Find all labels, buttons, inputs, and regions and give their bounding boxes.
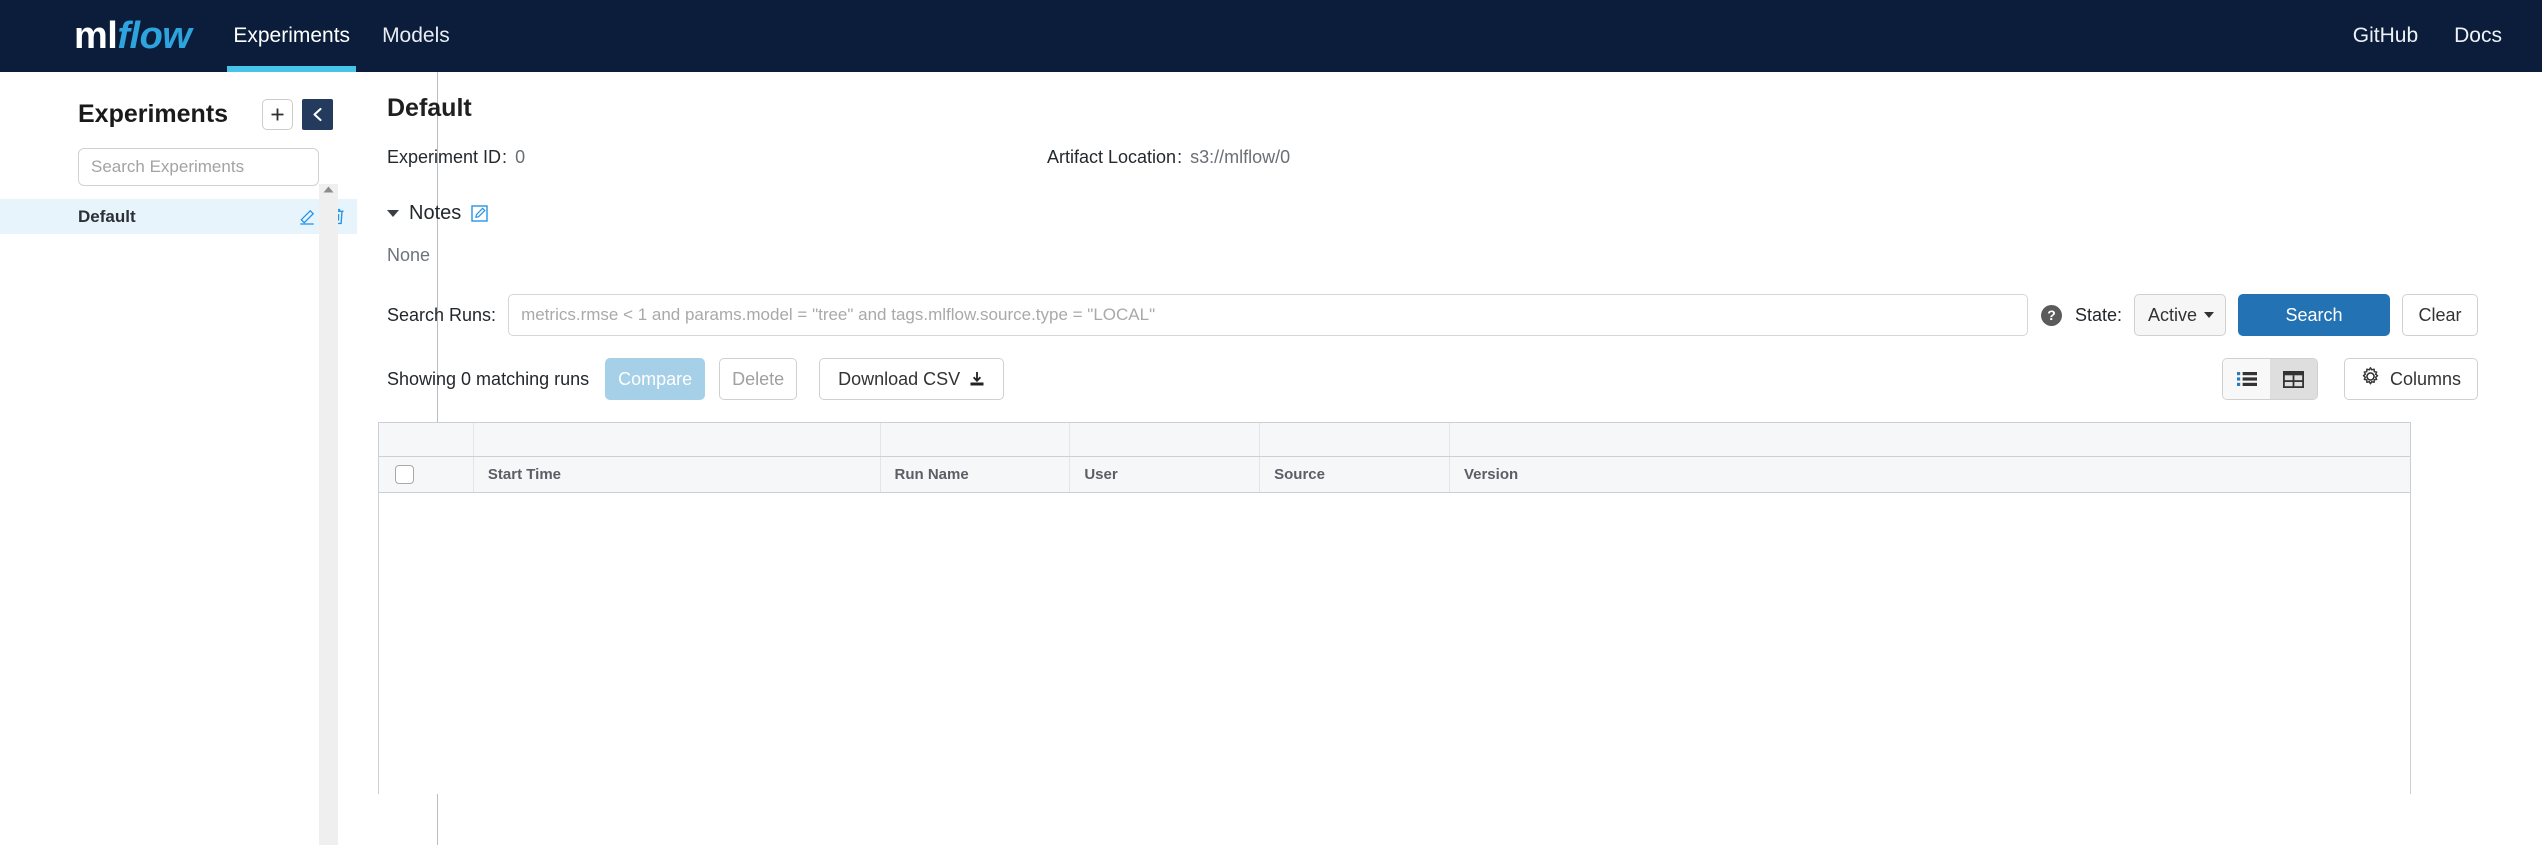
chevron-down-icon bbox=[2204, 312, 2215, 318]
nav-tab-models[interactable]: Models bbox=[366, 0, 466, 72]
artifact-location-value: s3://mlflow/0 bbox=[1190, 147, 1291, 167]
experiment-list: Default bbox=[0, 199, 357, 234]
header-links: GitHub Docs bbox=[2353, 0, 2542, 72]
compare-button[interactable]: Compare bbox=[605, 358, 706, 400]
group-header-run-name-col bbox=[881, 423, 1071, 456]
search-runs-input[interactable] bbox=[508, 294, 2028, 336]
group-header-checkbox-col bbox=[379, 423, 474, 456]
logo-flow-text: flow bbox=[117, 15, 192, 57]
logo-text: mlflow bbox=[74, 15, 192, 57]
download-csv-button[interactable]: Download CSV bbox=[819, 358, 1005, 400]
caret-down-icon[interactable] bbox=[387, 210, 399, 217]
app-header: mlflow Experiments Models GitHub Docs bbox=[0, 0, 2542, 72]
view-controls: Columns bbox=[2222, 358, 2478, 400]
mlflow-logo[interactable]: mlflow bbox=[0, 0, 217, 72]
main-content: Default Experiment ID: 0 Artifact Locati… bbox=[357, 72, 2542, 845]
nav-tab-models-label: Models bbox=[382, 24, 450, 47]
showing-runs-count: Showing 0 matching runs bbox=[387, 368, 590, 389]
columns-button-label: Columns bbox=[2389, 368, 2462, 389]
notes-label: Notes bbox=[409, 202, 462, 224]
experiments-sidebar: Experiments Default bbox=[0, 72, 438, 845]
experiment-id-value: 0 bbox=[515, 147, 526, 167]
caret-up-icon[interactable] bbox=[319, 186, 338, 193]
runs-toolbar: Showing 0 matching runs Compare Delete D… bbox=[387, 358, 2542, 400]
experiment-name: Default bbox=[78, 206, 136, 226]
experiment-id-colon: : bbox=[502, 147, 508, 167]
list-view-toggle[interactable] bbox=[2223, 359, 2270, 399]
logo-ml-text: ml bbox=[74, 15, 118, 57]
group-header-source-col bbox=[1260, 423, 1450, 456]
artifact-location-label: Artifact Location bbox=[1047, 147, 1177, 167]
state-label: State: bbox=[2074, 304, 2122, 325]
question-mark-icon[interactable]: ? bbox=[2040, 304, 2062, 326]
experiment-metadata: Experiment ID: 0 Artifact Location: s3:/… bbox=[387, 147, 2542, 168]
group-header-version-col bbox=[1450, 423, 2410, 456]
search-experiments-input[interactable] bbox=[78, 148, 319, 186]
sidebar-item-default[interactable]: Default bbox=[0, 199, 357, 234]
columns-button[interactable]: Columns bbox=[2344, 358, 2478, 400]
search-button[interactable]: Search bbox=[2238, 294, 2390, 336]
experiment-id-label: Experiment ID bbox=[387, 147, 502, 167]
main-nav: Experiments Models bbox=[217, 0, 465, 72]
page-title: Default bbox=[387, 94, 472, 122]
nav-tab-experiments[interactable]: Experiments bbox=[217, 0, 366, 72]
sidebar-title: Experiments bbox=[78, 99, 229, 128]
notes-header: Notes bbox=[387, 202, 2542, 225]
runs-table-body bbox=[379, 493, 2410, 793]
header-select-all-cell bbox=[379, 457, 474, 492]
sidebar-search-wrap bbox=[0, 134, 357, 186]
body-wrapper: Experiments Default bbox=[0, 72, 2542, 845]
artifact-location-colon: : bbox=[1177, 147, 1183, 167]
sidebar-header: Experiments bbox=[0, 94, 357, 134]
state-dropdown-value: Active bbox=[2148, 304, 2198, 325]
header-source[interactable]: Source bbox=[1260, 457, 1450, 492]
nav-tab-experiments-label: Experiments bbox=[233, 24, 351, 47]
download-icon bbox=[969, 371, 985, 387]
runs-table: Start Time Run Name User Source Version bbox=[378, 422, 2411, 794]
runs-table-header: Start Time Run Name User Source Version bbox=[379, 457, 2410, 493]
state-dropdown[interactable]: Active bbox=[2134, 294, 2226, 336]
group-header-start-time-col bbox=[474, 423, 881, 456]
notes-content: None bbox=[387, 245, 431, 265]
header-user[interactable]: User bbox=[1070, 457, 1261, 492]
edit-experiment-button[interactable] bbox=[299, 209, 315, 225]
plus-icon bbox=[271, 108, 284, 120]
select-all-checkbox[interactable] bbox=[395, 465, 414, 484]
sidebar-scrollbar[interactable] bbox=[319, 184, 338, 845]
search-runs-row: Search Runs: ? State: Active Search Clea… bbox=[387, 294, 2542, 336]
edit-notes-button[interactable] bbox=[471, 205, 488, 222]
github-link[interactable]: GitHub bbox=[2353, 24, 2418, 48]
add-experiment-button[interactable] bbox=[262, 98, 293, 130]
note-edit-icon bbox=[471, 205, 488, 222]
chevron-left-icon bbox=[313, 107, 322, 121]
group-header-user-col bbox=[1070, 423, 1261, 456]
header-start-time[interactable]: Start Time bbox=[474, 457, 881, 492]
experiment-id-block: Experiment ID: 0 bbox=[387, 147, 1047, 168]
header-version[interactable]: Version bbox=[1450, 457, 2410, 492]
collapse-sidebar-button[interactable] bbox=[302, 98, 333, 130]
header-run-name[interactable]: Run Name bbox=[881, 457, 1071, 492]
clear-button[interactable]: Clear bbox=[2402, 294, 2478, 336]
delete-button[interactable]: Delete bbox=[719, 358, 798, 400]
artifact-location-block: Artifact Location: s3://mlflow/0 bbox=[1047, 147, 1290, 168]
search-runs-label: Search Runs: bbox=[387, 304, 497, 325]
grid-view-icon bbox=[2283, 370, 2304, 388]
gear-icon bbox=[2361, 367, 2380, 391]
docs-link[interactable]: Docs bbox=[2454, 24, 2502, 48]
pencil-icon bbox=[300, 209, 315, 225]
list-view-icon bbox=[2236, 372, 2257, 386]
download-csv-label: Download CSV bbox=[838, 368, 961, 389]
view-toggle-group bbox=[2222, 358, 2318, 400]
runs-table-group-header bbox=[379, 423, 2410, 457]
grid-view-toggle[interactable] bbox=[2270, 359, 2317, 399]
